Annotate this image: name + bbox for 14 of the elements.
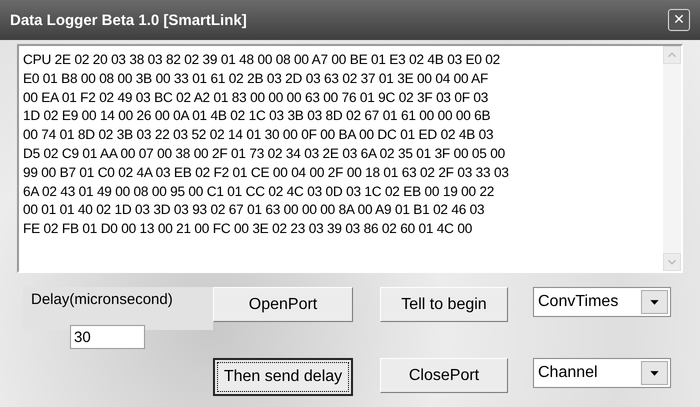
delay-label: Delay(micronsecond)	[23, 287, 213, 330]
dropdown[interactable]: Channel	[533, 358, 671, 388]
log-text-area[interactable]	[17, 44, 683, 273]
window-title: Data Logger Beta 1.0 [SmartLink]	[10, 12, 247, 28]
push-button[interactable]: OpenPort	[213, 287, 353, 322]
close-button[interactable]: ✕	[668, 9, 690, 31]
dropdown-value: Channel	[538, 364, 598, 382]
push-button[interactable]: Tell to begin	[380, 287, 508, 322]
push-button[interactable]: ClosePort	[380, 358, 508, 393]
dropdown-value: ConvTimes	[538, 293, 618, 311]
log-text: CPU 2E 02 20 03 38 03 82 02 39 01 48 00 08 00 A7 00 BE 01 E3 02 4B 03 E0 02 E0 01 B8 00 08 00 3B 00 33 01 61 02 2B 03 2D 03 63 02 37 01 3E 00 04 00 AF 00 EA 01 F2 02 49 03 BC 02 A2 01 83 00 00 00 63 00 76 01 9C 02 3F 03 0F 03 1D 02 E9 00 14 00 26 00 0A 01 4B 02 1C 03 3B 03 8D 02 67 01 61 00 00 00 6B 00 74 01 8D 02 3B 03 22 03 52 02 14 01 30 00 0F 00 BA 00 DC 01 ED 02 4B 03 D5 02 C9 01 AA 00 07 00 38 00 2F 01 73 02 34 03 2E 03 6A 02 35 01 3F 00 05 00 99 00 B7 01 C0 02 4A 03 EB 02 F2 01 CE 00 04 00 2F 00 18 01 63 02 2F 03 33 03 6A 02 43 01 49 00 08 00 95 00 C1 01 CC 02 4C 03 0D 03 1C 02 EB 00 19 00 22 00 01 01 40 02 1D 03 3D 03 93 02 67 01 63 00 00 00 8A 00 A9 01 B1 02 46 03 FE 02 FB 01 D0 00 13 00 21 00 FC 00 3E 02 23 03 39 03 86 02 60 01 4C 00	[22, 51, 510, 238]
dropdown[interactable]: ConvTimes	[533, 287, 671, 317]
delay-field[interactable]: 30	[70, 325, 145, 349]
push-button[interactable]: Then send delay	[213, 358, 353, 396]
